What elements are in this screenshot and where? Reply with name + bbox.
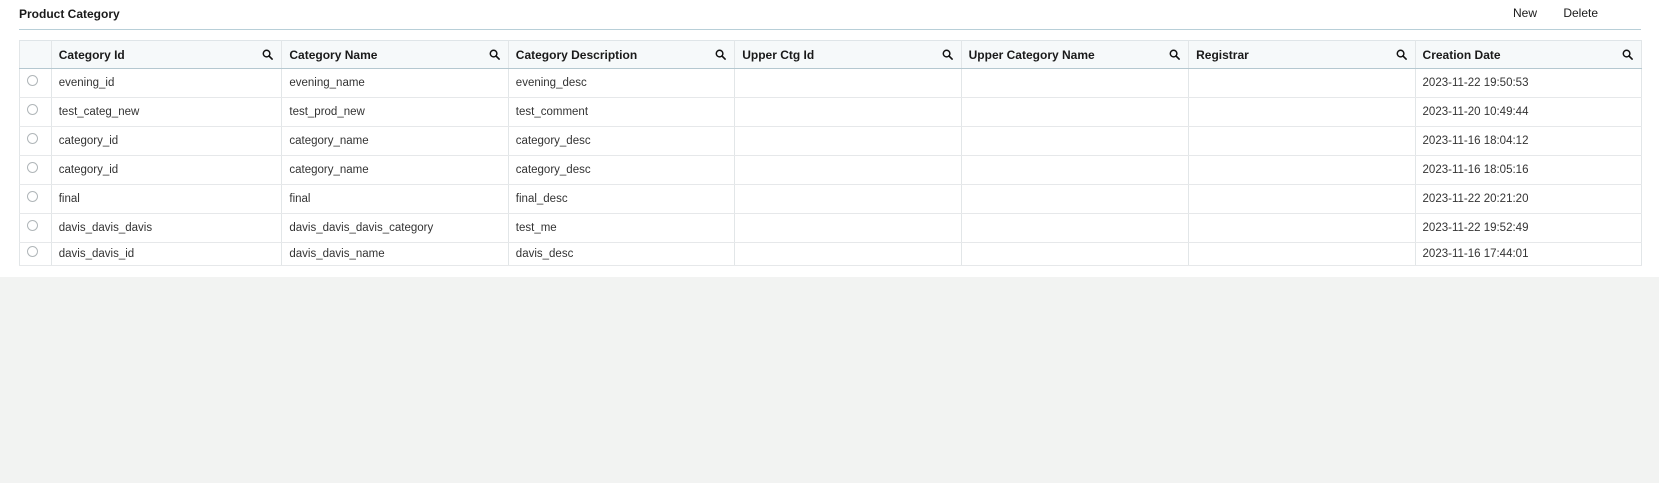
table-row[interactable]: category_id category_name category_desc … [19,155,1643,185]
select-column-header [19,40,52,69]
cell-category-name-link[interactable]: category_name [281,126,509,156]
row-select-cell [19,184,52,214]
table-row[interactable]: category_id category_name category_desc … [19,126,1643,156]
cell-upper-category-name [961,213,1190,243]
row-select-cell [19,126,52,156]
table-row[interactable]: test_categ_new test_prod_new test_commen… [19,97,1643,127]
table-row[interactable]: davis_davis_davis davis_davis_davis_cate… [19,213,1643,243]
column-header-label: Creation Date [1422,47,1501,62]
table-row[interactable]: evening_id evening_name evening_desc 202… [19,68,1643,98]
cell-registrar [1188,126,1416,156]
cell-creation-date: 2023-11-22 19:52:49 [1415,213,1643,243]
cell-category-id: category_id [51,155,283,185]
search-icon[interactable] [1396,49,1407,60]
cell-category-description: category_desc [508,155,736,185]
cell-upper-ctg-id [734,97,962,127]
row-select-cell [19,213,52,243]
column-header-label: Upper Ctg Id [742,47,815,62]
cell-category-id: evening_id [51,68,283,98]
cell-creation-date: 2023-11-16 18:05:16 [1415,155,1643,185]
cell-category-id: test_categ_new [51,97,283,127]
category-table: Category Id Category Name Category Descr… [19,40,1643,266]
column-header-label: Category Name [289,47,378,62]
cell-creation-date: 2023-11-22 20:21:20 [1415,184,1643,214]
search-icon[interactable] [1622,49,1633,60]
cell-category-description: davis_desc [508,242,736,266]
cell-category-name-link[interactable]: test_prod_new [281,97,509,127]
column-header-label: Registrar [1196,47,1249,62]
column-header-label: Category Id [58,47,125,62]
cell-category-description: test_comment [508,97,736,127]
cell-category-name-link[interactable]: category_name [281,155,509,185]
product-category-panel: Product Category New Delete Category Id [0,0,1659,277]
cell-creation-date: 2023-11-16 18:04:12 [1415,126,1643,156]
cell-category-name-link[interactable]: evening_name [281,68,509,98]
delete-button[interactable]: Delete [1563,6,1598,20]
cell-category-description: category_desc [508,126,736,156]
cell-upper-category-name [961,126,1190,156]
page-title: Product Category [19,7,120,21]
cell-category-description: evening_desc [508,68,736,98]
column-header-upper-category-name[interactable]: Upper Category Name [961,40,1190,69]
row-select-radio[interactable] [27,104,38,116]
row-select-radio[interactable] [27,133,38,145]
cell-registrar [1188,242,1416,266]
row-select-radio[interactable] [27,75,38,87]
row-select-radio[interactable] [27,246,38,258]
column-header-upper-ctg-id[interactable]: Upper Ctg Id [734,40,962,69]
cell-upper-category-name [961,68,1190,98]
search-icon[interactable] [1169,49,1181,60]
cell-category-id: davis_davis_id [51,242,283,266]
row-select-cell [19,97,52,127]
cell-registrar [1188,184,1416,214]
column-header-category-name[interactable]: Category Name [281,40,509,69]
cell-upper-category-name [961,242,1190,266]
search-icon[interactable] [942,49,953,60]
cell-upper-category-name [961,97,1190,127]
new-button[interactable]: New [1513,6,1537,20]
column-header-label: Upper Category Name [968,47,1095,62]
cell-category-name-link[interactable]: final [281,184,509,214]
cell-upper-category-name [961,184,1190,214]
cell-registrar [1188,213,1416,243]
table-row[interactable]: final final final_desc 2023-11-22 20:21:… [19,184,1643,214]
cell-creation-date: 2023-11-22 19:50:53 [1415,68,1643,98]
row-select-radio[interactable] [27,191,38,203]
cell-registrar [1188,68,1416,98]
table-header-row: Category Id Category Name Category Descr… [19,40,1643,69]
cell-category-name-link[interactable]: davis_davis_name [281,242,509,266]
cell-creation-date: 2023-11-20 10:49:44 [1415,97,1643,127]
cell-category-name-link[interactable]: davis_davis_davis_category [281,213,509,243]
cell-upper-ctg-id [734,184,962,214]
column-header-category-id[interactable]: Category Id [51,40,283,69]
row-select-cell [19,68,52,98]
row-select-radio[interactable] [27,162,38,174]
search-icon[interactable] [489,49,500,60]
column-header-label: Category Description [515,47,638,62]
cell-upper-ctg-id [734,242,962,266]
cell-upper-ctg-id [734,155,962,185]
cell-category-id: category_id [51,126,283,156]
cell-category-description: test_me [508,213,736,243]
row-select-cell [19,155,52,185]
column-header-category-description[interactable]: Category Description [508,40,736,69]
cell-upper-category-name [961,155,1190,185]
cell-category-description: final_desc [508,184,736,214]
row-select-radio[interactable] [27,220,38,232]
cell-upper-ctg-id [734,213,962,243]
table-row[interactable]: davis_davis_id davis_davis_name davis_de… [19,242,1643,266]
cell-category-id: final [51,184,283,214]
cell-registrar [1188,97,1416,127]
search-icon[interactable] [715,49,727,60]
cell-upper-ctg-id [734,126,962,156]
cell-creation-date: 2023-11-16 17:44:01 [1415,242,1643,266]
cell-upper-ctg-id [734,68,962,98]
row-select-cell [19,242,52,266]
column-header-registrar[interactable]: Registrar [1188,40,1416,69]
column-header-creation-date[interactable]: Creation Date [1415,40,1643,69]
cell-category-id: davis_davis_davis [51,213,283,243]
panel-header: Product Category New Delete [19,0,1641,30]
cell-registrar [1188,155,1416,185]
search-icon[interactable] [262,49,274,60]
